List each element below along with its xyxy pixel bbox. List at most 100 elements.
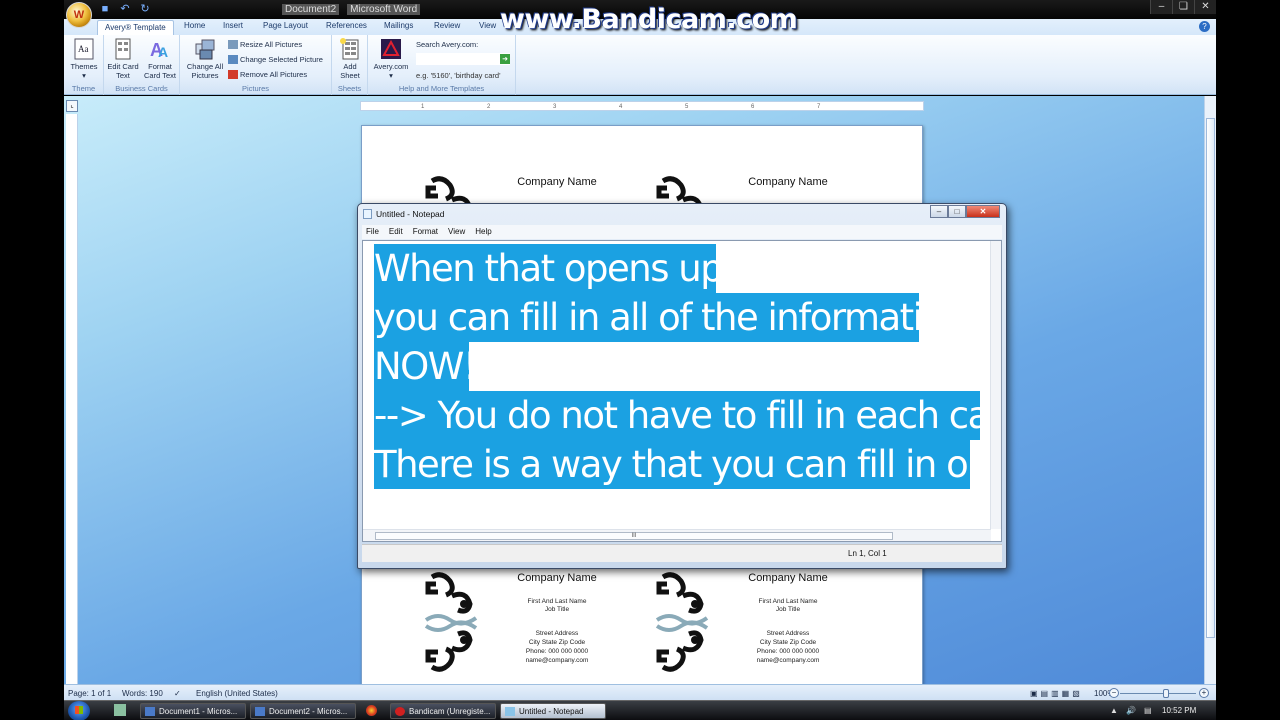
show-desktop-icon[interactable] <box>114 704 126 716</box>
help-icon[interactable]: ? <box>1199 21 1210 32</box>
format-card-text-button[interactable]: AA Format Card Text <box>142 38 178 80</box>
vertical-scrollbar[interactable] <box>1204 96 1216 684</box>
tab-insert[interactable]: Insert <box>223 21 243 30</box>
bandicam-icon <box>395 707 405 716</box>
scroll-ornament-icon <box>424 572 478 672</box>
resize-all-pictures-button[interactable]: Resize All Pictures <box>228 40 302 49</box>
group-pictures: Change All Pictures Resize All Pictures … <box>180 35 332 95</box>
svg-text:A: A <box>158 44 168 60</box>
taskbar-item-notepad[interactable]: Untitled - Notepad <box>500 703 606 719</box>
search-go-icon[interactable]: ➜ <box>500 54 510 64</box>
ruler-tick: 6 <box>751 104 755 110</box>
network-icon[interactable]: ▤ <box>1144 706 1152 715</box>
menu-help[interactable]: Help <box>475 225 491 239</box>
zoom-slider-thumb[interactable] <box>1163 689 1169 698</box>
tab-selector-icon[interactable]: ⌞ <box>66 100 78 112</box>
scroll-thumb[interactable] <box>1206 118 1215 638</box>
group-label-theme: Theme <box>71 84 96 93</box>
minimize-button[interactable]: – <box>1150 0 1172 14</box>
zoom-slider[interactable] <box>1120 693 1196 694</box>
notepad-scroll-thumb[interactable]: III <box>375 532 893 540</box>
word-doc-icon <box>145 707 155 716</box>
menu-view[interactable]: View <box>448 225 465 239</box>
taskbar-item-document2[interactable]: Document2 - Micros... <box>250 703 356 719</box>
document-name: Document2 <box>282 4 340 15</box>
ruler-tick: 7 <box>817 104 821 110</box>
ruler-tick: 5 <box>685 104 689 110</box>
tab-references[interactable]: References <box>326 21 367 30</box>
change-all-pictures-button[interactable]: Change All Pictures <box>184 38 226 80</box>
change-picture-icon <box>228 55 238 64</box>
group-label-help-templates: Help and More Templates <box>398 84 485 93</box>
remove-all-pictures-button[interactable]: Remove All Pictures <box>228 70 307 79</box>
taskbar-item-bandicam[interactable]: Bandicam (Unregiste... <box>390 703 496 719</box>
menu-file[interactable]: File <box>366 225 379 239</box>
group-label-business-cards: Business Cards <box>115 84 168 93</box>
save-icon[interactable]: ■ <box>98 2 112 16</box>
group-sheets: Add Sheet Sheets <box>332 35 368 95</box>
notepad-horizontal-scrollbar[interactable]: III <box>363 529 991 541</box>
business-card[interactable]: Company Name First And Last Name Job Tit… <box>593 572 828 677</box>
restore-button[interactable]: ❏ <box>1172 0 1194 14</box>
close-button[interactable]: ✕ <box>1194 0 1216 14</box>
search-avery-input[interactable] <box>416 53 510 65</box>
notepad-window-controls: – □ ✕ <box>930 205 1000 218</box>
notepad-title: Untitled - Notepad <box>376 209 445 219</box>
proofing-icon[interactable]: ✓ <box>174 689 181 698</box>
tab-page-layout[interactable]: Page Layout <box>263 21 308 30</box>
volume-icon[interactable]: 🔊 <box>1126 706 1136 715</box>
themes-button[interactable]: Aa Themes ▾ <box>68 38 100 80</box>
language[interactable]: English (United States) <box>196 689 278 698</box>
group-theme: Aa Themes ▾ Theme <box>64 35 104 95</box>
tab-avery-template[interactable]: Avery® Template <box>97 20 174 35</box>
themes-icon: Aa <box>74 38 94 60</box>
redo-icon[interactable]: ↻ <box>138 2 152 16</box>
business-card[interactable]: Company Name First And Last Name Job Tit… <box>362 572 597 677</box>
window-controls: – ❏ ✕ <box>1150 0 1216 14</box>
word-count[interactable]: Words: 190 <box>122 689 163 698</box>
vertical-ruler[interactable] <box>66 114 78 684</box>
taskbar-item-document1[interactable]: Document1 - Micros... <box>140 703 246 719</box>
app-name: Microsoft Word <box>347 4 421 15</box>
search-hint: e.g. '5160', 'birthday card' <box>416 71 501 80</box>
quick-access-toolbar: ■ ↶ ↻ <box>98 2 152 16</box>
notepad-icon <box>363 209 372 219</box>
notepad-text-area[interactable]: When that opens up, you can fill in all … <box>362 240 1002 542</box>
avery-com-button[interactable]: Avery.com ▾ <box>372 38 410 80</box>
zoom-in-button[interactable]: + <box>1199 688 1209 698</box>
add-sheet-button[interactable]: Add Sheet <box>336 38 364 80</box>
group-label-sheets: Sheets <box>337 84 362 93</box>
office-button[interactable]: W <box>66 2 92 28</box>
start-button[interactable] <box>68 701 90 720</box>
edit-card-text-button[interactable]: Edit Card Text <box>106 38 140 80</box>
menu-edit[interactable]: Edit <box>389 225 403 239</box>
company-name: Company Name <box>748 176 828 188</box>
notepad-minimize-button[interactable]: – <box>930 205 948 218</box>
undo-icon[interactable]: ↶ <box>118 2 132 16</box>
notepad-window[interactable]: Untitled - Notepad – □ ✕ File Edit Forma… <box>357 203 1007 569</box>
clock[interactable]: 10:52 PM <box>1162 706 1196 715</box>
city-state-zip: City State Zip Code <box>759 639 817 646</box>
notepad-menu-bar: File Edit Format View Help <box>362 225 1002 239</box>
horizontal-ruler[interactable]: 1 2 3 4 5 6 7 <box>360 101 924 111</box>
tab-mailings[interactable]: Mailings <box>384 21 413 30</box>
page-count[interactable]: Page: 1 of 1 <box>68 689 111 698</box>
chrome-icon[interactable] <box>366 705 377 716</box>
tab-review[interactable]: Review <box>434 21 460 30</box>
pictures-icon <box>195 39 215 60</box>
change-selected-picture-button[interactable]: Change Selected Picture <box>228 55 323 64</box>
view-buttons[interactable]: ▣▤▥▦▧ <box>1030 689 1090 698</box>
menu-format[interactable]: Format <box>413 225 438 239</box>
notepad-close-button[interactable]: ✕ <box>966 205 1000 218</box>
ribbon: Aa Themes ▾ Theme Edit Card Text AA Forma… <box>64 35 1216 95</box>
tab-home[interactable]: Home <box>184 21 205 30</box>
avery-logo-icon <box>381 39 401 59</box>
word-status-bar: Page: 1 of 1 Words: 190 ✓ English (Unite… <box>64 684 1216 700</box>
notepad-icon <box>505 707 515 716</box>
tab-view[interactable]: View <box>479 21 496 30</box>
notepad-vertical-scrollbar[interactable] <box>990 241 1001 529</box>
cursor-position: Ln 1, Col 1 <box>848 549 887 558</box>
tray-expand-icon[interactable]: ▲ <box>1110 706 1118 715</box>
notepad-maximize-button[interactable]: □ <box>948 205 966 218</box>
zoom-out-button[interactable]: − <box>1109 688 1119 698</box>
